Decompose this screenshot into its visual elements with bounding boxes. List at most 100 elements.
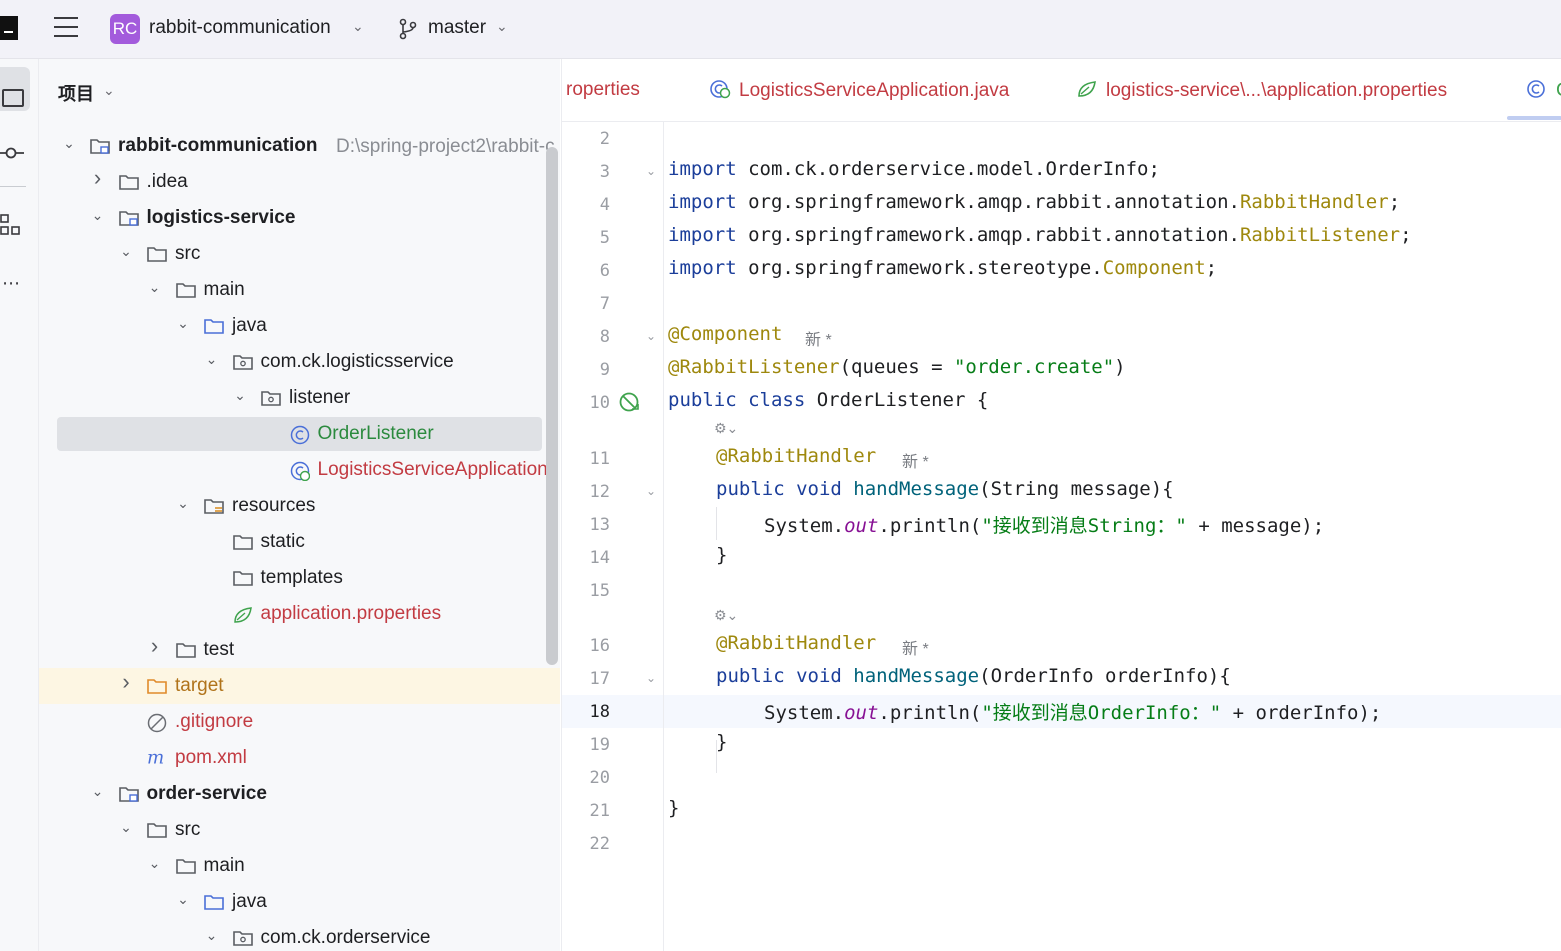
more-tools-icon[interactable]: ⋯ — [2, 273, 21, 294]
chevron-down-icon[interactable]: ⌄ — [90, 207, 106, 224]
chevron-down-icon[interactable]: ⌄ — [175, 315, 191, 332]
fold-toggle-icon[interactable]: ⌄ — [646, 671, 656, 685]
tab-logistics-service-application[interactable]: LogisticsServiceApplication.java — [709, 79, 1009, 102]
tree-item[interactable]: › .idea — [39, 164, 560, 200]
main-menu-button[interactable] — [54, 17, 78, 39]
tree-item[interactable]: OrderListener — [39, 416, 560, 452]
code-line-5: import org.springframework.amqp.rabbit.a… — [668, 224, 1412, 246]
tree-item[interactable]: ⌄ rabbit-communication D:\spring-project2\… — [39, 128, 560, 164]
method-name: handMessage — [841, 665, 980, 687]
tree-item[interactable]: ⌄ java — [39, 884, 560, 920]
class-icon — [290, 425, 310, 445]
panel-title[interactable]: 项目 — [58, 80, 94, 106]
tree-item-label: pom.xml — [175, 747, 247, 768]
annotation: @RabbitListener — [668, 356, 840, 378]
author-hint[interactable]: 新 * — [902, 635, 929, 659]
tree-item[interactable]: application.properties — [39, 596, 560, 632]
chevron-right-icon[interactable]: › — [90, 165, 106, 191]
line-number: 5 — [599, 228, 610, 248]
fold-toggle-icon[interactable]: ⌄ — [646, 484, 656, 498]
code-text: (String message){ — [979, 478, 1174, 500]
line-number: 20 — [589, 768, 610, 788]
code-line-6: import org.springframework.stereotype.Co… — [668, 257, 1217, 279]
line-number: 9 — [599, 360, 610, 380]
author-hint[interactable]: 新 * — [805, 326, 832, 350]
chevron-down-icon[interactable]: ⌄ — [352, 18, 364, 35]
tree-item[interactable]: templates — [39, 560, 560, 596]
fold-toggle-icon[interactable]: ⌄ — [646, 164, 656, 178]
tree-item[interactable]: ⌄ resources — [39, 488, 560, 524]
chevron-down-icon[interactable]: ⌄ — [118, 819, 134, 836]
tree-item[interactable]: ⌄ com.ck.orderservice — [39, 920, 560, 951]
code-text: ; — [1388, 191, 1401, 213]
chevron-down-icon[interactable]: ⌄ — [61, 135, 77, 152]
code-text: OrderListener { — [805, 389, 989, 411]
project-switcher[interactable]: rabbit-communication — [149, 17, 331, 39]
chevron-down-icon[interactable]: ⌄ — [175, 495, 191, 512]
tab-order-listener[interactable]: C — [1526, 79, 1561, 102]
tree-item[interactable]: ⌄ order-service — [39, 776, 560, 812]
author-hint[interactable]: 新 * — [902, 448, 929, 472]
code-class-name: RabbitHandler — [1239, 191, 1389, 213]
chevron-down-icon[interactable]: ⌄ — [90, 783, 106, 800]
code-line-14: } — [716, 544, 728, 566]
tree-item-label: static — [260, 531, 305, 552]
rabbit-handler-inlay-icon[interactable]: ⚙⌄ — [714, 420, 738, 437]
line-number: 8 — [599, 327, 610, 347]
excluded-folder-icon — [147, 677, 167, 694]
tree-item[interactable]: ⌄ logistics-service — [39, 200, 560, 236]
code-text: org.springframework.amqp.rabbit.annotati… — [736, 191, 1240, 213]
tree-item[interactable]: › target — [39, 668, 560, 704]
tree-item[interactable]: static — [39, 524, 560, 560]
resources-folder-icon — [204, 497, 224, 514]
module-path-hint: D:\spring-project2\rabbit-c — [336, 136, 555, 157]
editor-gutter[interactable]: 2 3 4 5 6 7 8 9 10 11 12 13 14 15 16 17 … — [562, 121, 664, 951]
tree-item[interactable]: ⌄ listener — [39, 380, 560, 416]
tree-item[interactable]: ⌄ main — [39, 848, 560, 884]
tree-item[interactable]: ⌄ main — [39, 272, 560, 308]
tree-item[interactable]: LogisticsServiceApplication — [39, 452, 560, 488]
editor-tabs: roperties LogisticsServiceApplication.ja… — [562, 59, 1561, 122]
chevron-right-icon[interactable]: › — [118, 669, 134, 695]
rabbit-handler-inlay-icon[interactable]: ⚙⌄ — [714, 607, 738, 624]
tree-item[interactable]: .gitignore — [39, 704, 560, 740]
tab-application-properties[interactable]: logistics-service\...\application.proper… — [1076, 79, 1447, 102]
tree-item[interactable]: ⌄ java — [39, 308, 560, 344]
tree-item-label: .idea — [146, 171, 188, 192]
tree-item[interactable]: ⌄ com.ck.logisticsservice — [39, 344, 560, 380]
project-tool-button[interactable] — [0, 67, 30, 111]
chevron-down-icon[interactable]: ⌄ — [496, 18, 508, 35]
tree-item[interactable]: ⌄ src — [39, 812, 560, 848]
chevron-down-icon[interactable]: ⌄ — [147, 855, 163, 872]
tree-item[interactable]: ⌄ src — [39, 236, 560, 272]
git-branch-switcher[interactable]: master — [428, 17, 486, 39]
chevron-down-icon[interactable]: ⌄ — [175, 891, 191, 908]
chevron-down-icon[interactable]: ⌄ — [103, 82, 115, 99]
rabbit-listener-gutter-icon[interactable] — [618, 391, 640, 413]
code-area[interactable]: import com.ck.orderservice.model.OrderIn… — [664, 121, 1561, 951]
tab-properties-truncated[interactable]: roperties — [566, 79, 640, 101]
tree-item-label: application.properties — [260, 603, 442, 624]
chevron-down-icon[interactable]: ⌄ — [204, 927, 220, 944]
tree-item-label: target — [175, 675, 224, 696]
chevron-down-icon[interactable]: ⌄ — [232, 387, 248, 404]
active-tab-indicator — [1507, 116, 1561, 120]
code-text: org.springframework.amqp.rabbit.annotati… — [736, 224, 1240, 246]
static-field: out — [844, 702, 879, 724]
chevron-down-icon[interactable]: ⌄ — [204, 351, 220, 368]
project-badge[interactable]: RC — [110, 14, 140, 44]
code-text: + message); — [1186, 515, 1325, 537]
chevron-down-icon[interactable]: ⌄ — [118, 243, 134, 260]
line-number: 10 — [589, 393, 610, 413]
scrollbar[interactable] — [546, 147, 558, 665]
fold-toggle-icon[interactable]: ⌄ — [646, 329, 656, 343]
line-number: 3 — [599, 162, 610, 182]
ignored-file-icon — [147, 713, 167, 733]
commit-icon[interactable] — [0, 147, 26, 159]
tree-item[interactable]: m pom.xml — [39, 740, 560, 776]
tree-item[interactable]: › test — [39, 632, 560, 668]
chevron-down-icon[interactable]: ⌄ — [147, 279, 163, 296]
chevron-right-icon[interactable]: › — [147, 633, 163, 659]
package-icon — [261, 389, 281, 406]
structure-icon[interactable] — [0, 214, 22, 236]
